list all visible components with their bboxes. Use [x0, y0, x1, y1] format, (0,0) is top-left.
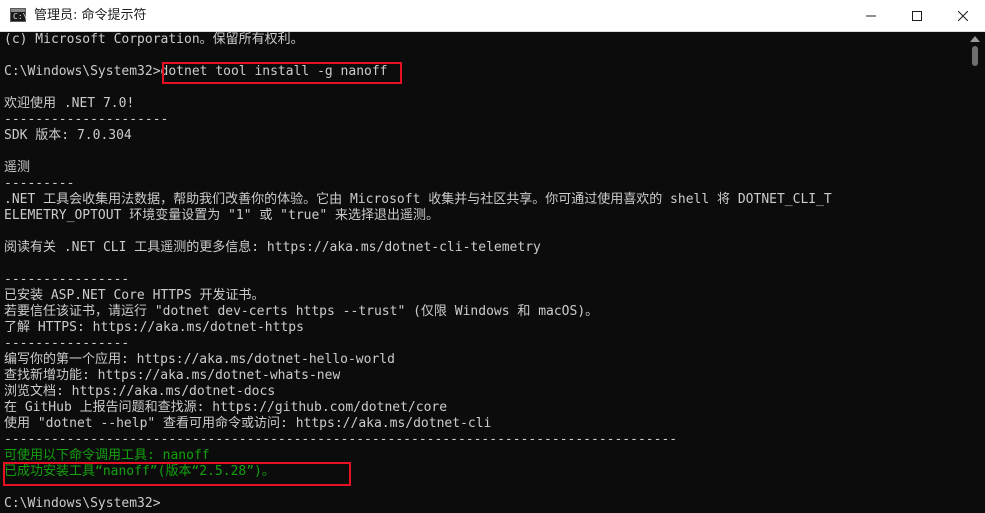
command-highlight-box — [162, 62, 402, 84]
console-line-separator: ---------------- — [4, 336, 130, 351]
window-title: 管理员: 命令提示符 — [34, 8, 147, 23]
console-line-docs: 浏览文档: https://aka.ms/dotnet-docs — [4, 384, 276, 399]
minimize-icon — [866, 15, 876, 16]
console-line-hello-world: 编写你的第一个应用: https://aka.ms/dotnet-hello-w… — [4, 352, 395, 367]
console-line-separator: ---------------- — [4, 272, 130, 287]
maximize-button[interactable] — [894, 0, 940, 31]
console-line-separator: ----------------------------------------… — [4, 432, 678, 447]
title-bar[interactable]: C:\ 管理员: 命令提示符 — [0, 0, 985, 32]
close-icon — [958, 10, 968, 21]
close-button[interactable] — [940, 0, 985, 31]
console-line-github: 在 GitHub 上报告问题和查找源: https://github.com/d… — [4, 400, 448, 415]
console-line-telemetry-text: ELEMETRY_OPTOUT 环境变量设置为 "1" 或 "true" 来选择… — [4, 208, 439, 223]
console-line-telemetry-text: .NET 工具会收集用法数据，帮助我们改善你的体验。它由 Microsoft 收… — [4, 192, 832, 207]
maximize-icon — [912, 10, 922, 21]
console-line-welcome: 欢迎使用 .NET 7.0! — [4, 96, 135, 111]
vertical-scrollbar[interactable] — [966, 32, 985, 513]
console-line-telemetry-link: 阅读有关 .NET CLI 工具遥测的更多信息: https://aka.ms/… — [4, 240, 541, 255]
cmd-icon[interactable]: C:\ — [10, 8, 28, 22]
console-line-https-link: 了解 HTTPS: https://aka.ms/dotnet-https — [4, 320, 304, 335]
scroll-up-arrow-icon[interactable] — [970, 36, 980, 42]
console-line-telemetry-heading: 遥测 — [4, 160, 31, 175]
console-line-https-trust: 若要信任该证书，请运行 "dotnet dev-certs https --tr… — [4, 304, 599, 319]
cmd-icon-glyph: C:\ — [13, 12, 28, 21]
minimize-button[interactable] — [848, 0, 894, 31]
console-line-help: 使用 "dotnet --help" 查看可用命令或访问: https://ak… — [4, 416, 492, 431]
console-line-separator: --------- — [4, 176, 75, 191]
console-line-copyright: (c) Microsoft Corporation。保留所有权利。 — [4, 32, 304, 47]
console-line-whats-new: 查找新增功能: https://aka.ms/dotnet-whats-new — [4, 368, 341, 383]
console-line-https-cert: 已安装 ASP.NET Core HTTPS 开发证书。 — [4, 288, 265, 303]
console-line-prompt[interactable]: C:\Windows\System32> — [4, 496, 161, 512]
console-line-separator: --------------------- — [4, 112, 169, 127]
scroll-thumb[interactable] — [972, 46, 978, 66]
success-highlight-box — [3, 462, 351, 486]
console-line-sdk-version: SDK 版本: 7.0.304 — [4, 128, 132, 143]
console-output[interactable]: (c) Microsoft Corporation。保留所有权利。 C:\Win… — [4, 32, 964, 513]
command-prompt-window: C:\ 管理员: 命令提示符 (c) Microsoft Corporation… — [0, 0, 985, 513]
